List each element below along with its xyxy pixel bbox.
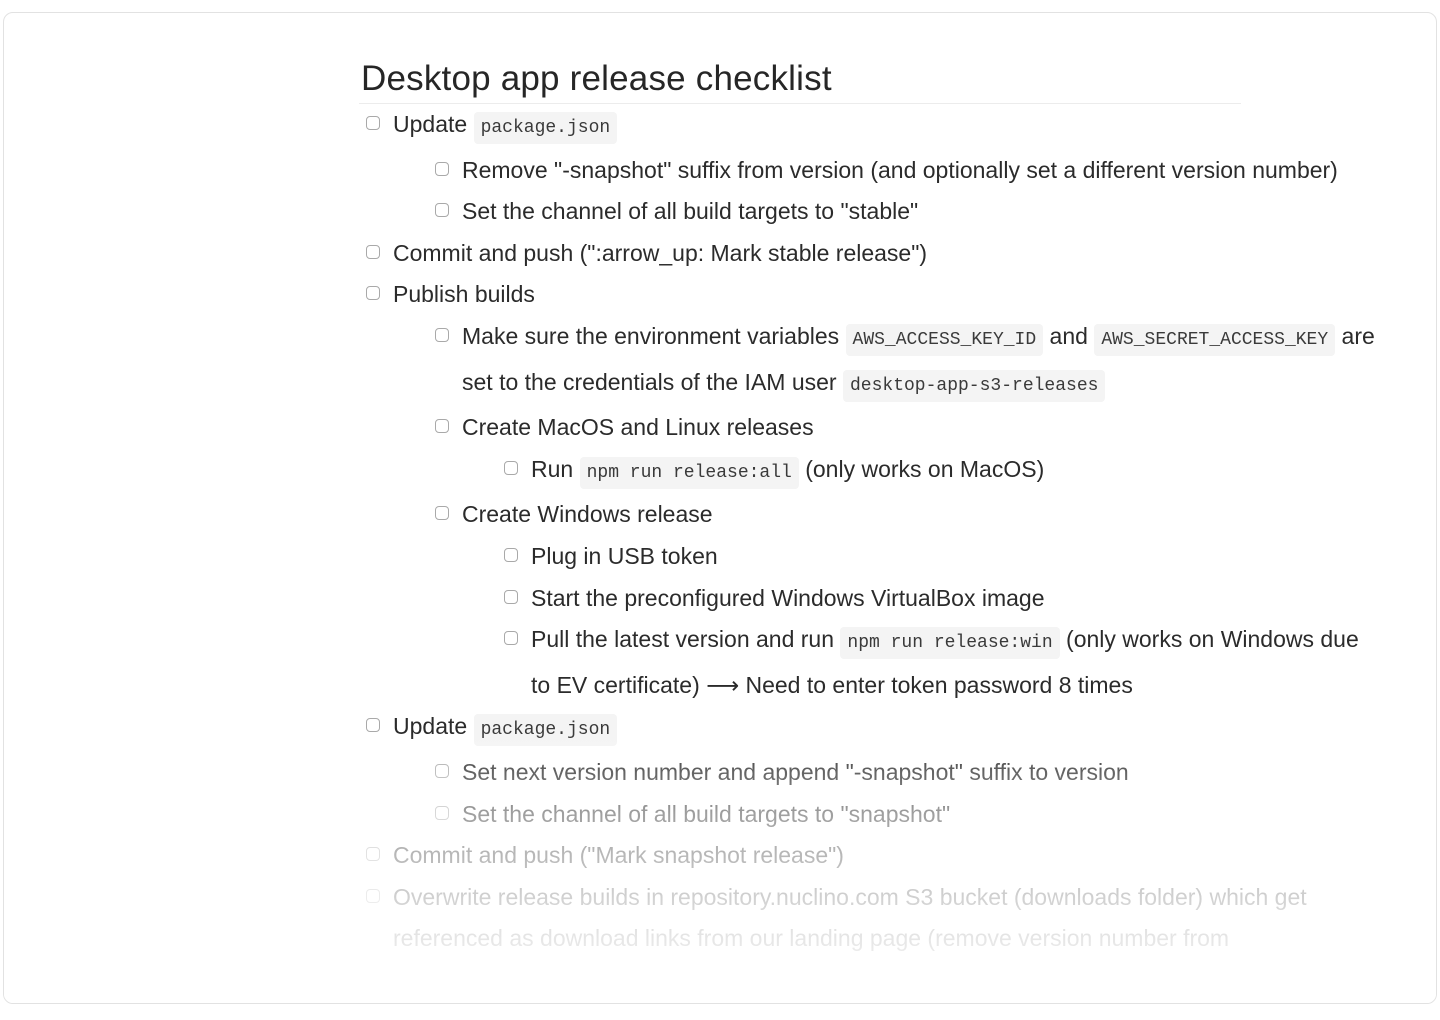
inline-code: AWS_ACCESS_KEY_ID	[845, 323, 1044, 356]
checklist-item-text: Set next version number and append "-sna…	[462, 758, 1129, 785]
checklist-item: Commit and push ("Mark snapshot release"…	[359, 835, 1379, 877]
checklist-item-text: Remove "-snapshot" suffix from version (…	[462, 156, 1338, 183]
checklist-item: Overwrite release builds in repository.n…	[359, 877, 1379, 960]
checklist-item-text: Set the channel of all build targets to …	[462, 198, 919, 225]
checklist-item: Create Windows release Plug in USB token S…	[428, 494, 1379, 706]
checklist-item: Remove "-snapshot" suffix from version (…	[428, 150, 1379, 192]
checkbox-unchecked-icon[interactable]	[366, 116, 380, 130]
inline-code: npm run release:win	[840, 627, 1060, 660]
checklist-item-text: Update package.json	[393, 713, 618, 747]
document: Desktop app release checklist Update pac…	[359, 53, 1379, 960]
checklist-item: Set the channel of all build targets to …	[428, 191, 1379, 233]
checklist-item-text: Pull the latest version and run npm run …	[531, 626, 1359, 698]
checklist-item-text: Update package.json	[393, 111, 618, 144]
checklist-item-text: Create Windows release	[462, 501, 713, 528]
checkbox-unchecked-icon[interactable]	[435, 327, 449, 342]
checkbox-unchecked-icon[interactable]	[366, 888, 380, 903]
checklist-item-text: Run npm run release:all (only works on M…	[531, 456, 1044, 489]
checklist-item: Run npm run release:all (only works on M…	[497, 449, 1379, 495]
checkbox-unchecked-icon[interactable]	[366, 244, 380, 259]
checklist-item: Publish builds Make sure the environment …	[359, 274, 1379, 706]
checkbox-unchecked-icon[interactable]	[366, 847, 380, 862]
checklist-item-text: Plug in USB token	[531, 542, 718, 569]
checklist-sublist: Run npm run release:all (only works on M…	[462, 449, 1379, 495]
checklist-item-text: Overwrite release builds in repository.n…	[393, 883, 1307, 952]
checkbox-unchecked-icon[interactable]	[435, 161, 449, 176]
inline-code: AWS_SECRET_ACCESS_KEY	[1094, 323, 1336, 356]
checklist: Update package.json Remove "-snapshot" su…	[359, 104, 1379, 960]
checklist-sublist: Remove "-snapshot" suffix from version (…	[393, 150, 1379, 233]
checklist-item-text: Start the preconfigured Windows VirtualB…	[531, 584, 1045, 611]
checklist-item: Update package.json Remove "-snapshot" su…	[359, 104, 1379, 233]
checklist-item-text: Create MacOS and Linux releases	[462, 414, 814, 441]
checkbox-unchecked-icon[interactable]	[435, 763, 449, 778]
checkbox-unchecked-icon[interactable]	[504, 631, 518, 646]
checklist-item: Update package.json Set next version numb…	[359, 706, 1379, 835]
checkbox-unchecked-icon[interactable]	[504, 460, 518, 475]
inline-code: npm run release:all	[579, 456, 799, 489]
checklist-item-text: Make sure the environment variables AWS_…	[462, 323, 1375, 402]
checklist-item: Pull the latest version and run npm run …	[497, 619, 1379, 706]
checkbox-unchecked-icon[interactable]	[435, 506, 449, 521]
document-card: Desktop app release checklist Update pac…	[3, 12, 1437, 1004]
checklist-item: Set the channel of all build targets to …	[428, 794, 1379, 836]
checkbox-unchecked-icon[interactable]	[435, 805, 449, 820]
checkbox-unchecked-icon[interactable]	[504, 589, 518, 604]
inline-code: package.json	[473, 112, 618, 144]
checklist-item: Plug in USB token	[497, 536, 1379, 578]
page-title: Desktop app release checklist	[359, 53, 1241, 104]
checklist-sublist: Make sure the environment variables AWS_…	[393, 316, 1379, 706]
checkbox-unchecked-icon[interactable]	[435, 419, 449, 434]
checklist-item-text: Set the channel of all build targets to …	[462, 800, 951, 827]
inline-code: desktop-app-s3-releases	[842, 369, 1106, 402]
checklist-item: Make sure the environment variables AWS_…	[428, 316, 1379, 407]
checkbox-unchecked-icon[interactable]	[504, 547, 518, 562]
checkbox-unchecked-icon[interactable]	[435, 203, 449, 218]
inline-code: package.json	[473, 714, 618, 747]
checkbox-unchecked-icon[interactable]	[366, 718, 380, 733]
checklist-item-text: Commit and push (":arrow_up: Mark stable…	[393, 239, 928, 266]
checklist-item: Set next version number and append "-sna…	[428, 752, 1379, 794]
checklist-item-text: Commit and push ("Mark snapshot release"…	[393, 842, 844, 869]
checklist-item: Commit and push (":arrow_up: Mark stable…	[359, 233, 1379, 275]
checklist-sublist: Set next version number and append "-sna…	[393, 752, 1379, 835]
checklist-sublist: Plug in USB token Start the preconfigured…	[462, 536, 1379, 706]
checklist-item: Start the preconfigured Windows VirtualB…	[497, 578, 1379, 620]
checkbox-unchecked-icon[interactable]	[366, 286, 380, 301]
checklist-item-text: Publish builds	[393, 281, 535, 308]
checklist-item: Create MacOS and Linux releases Run npm r…	[428, 407, 1379, 494]
